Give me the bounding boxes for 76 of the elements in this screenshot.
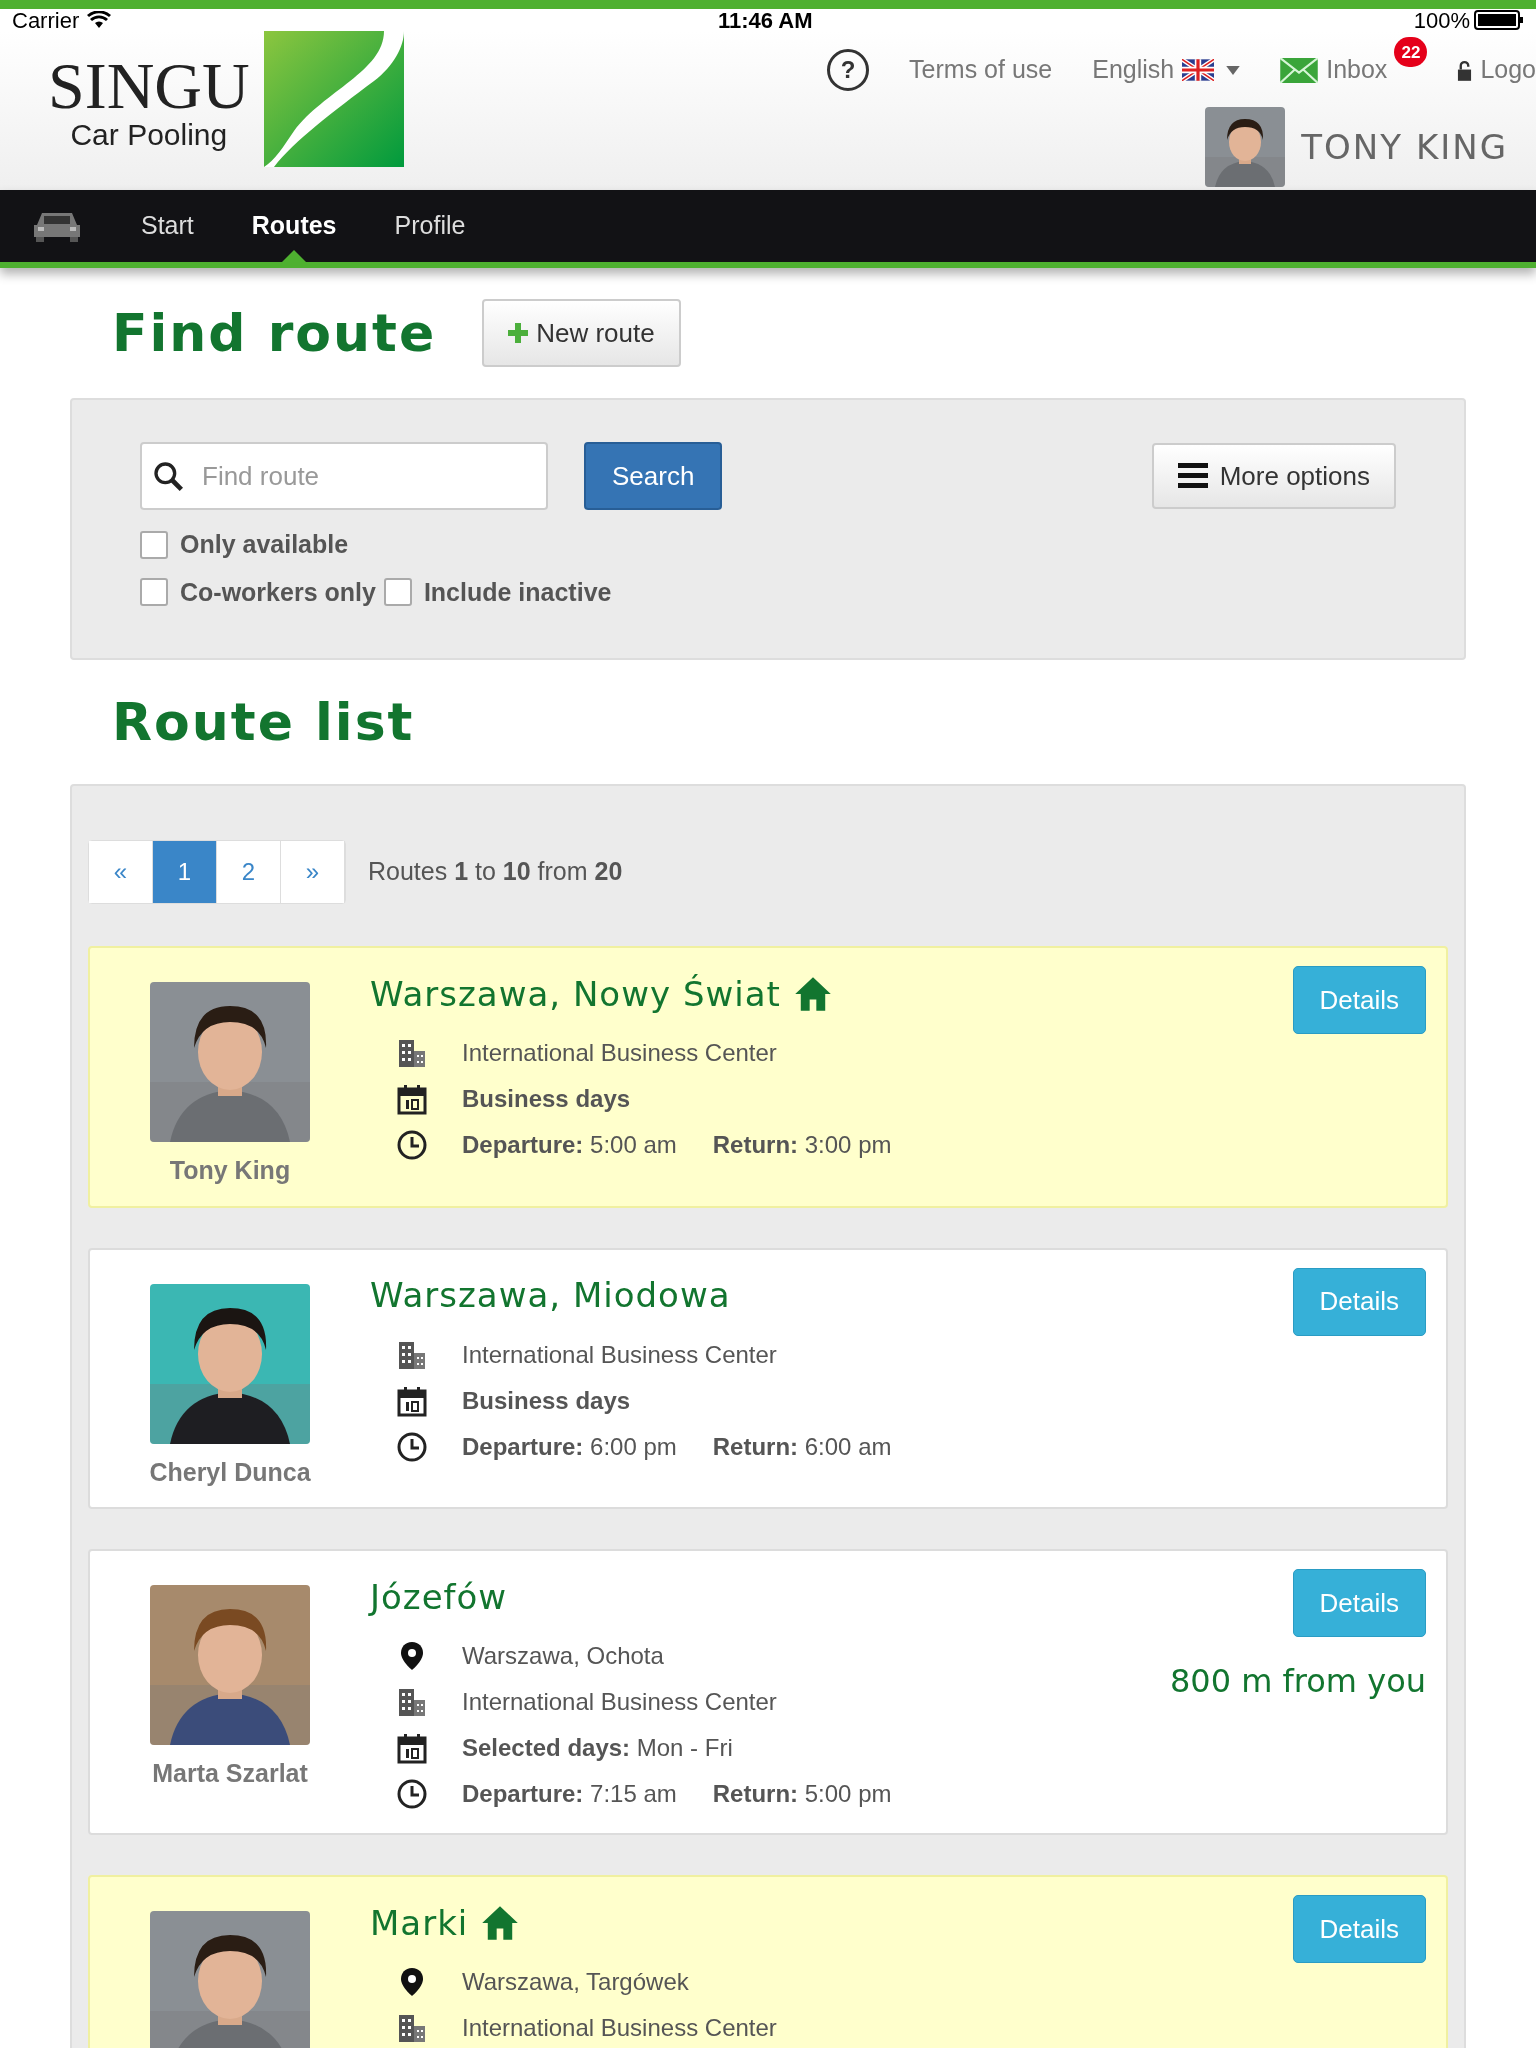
route-line-text: International Business Center: [462, 1688, 777, 1715]
inbox-link[interactable]: Inbox: [1326, 51, 1388, 89]
route-title[interactable]: Warszawa, Nowy Świat: [370, 968, 781, 1020]
return-text: Return: 5:00 pm: [712, 1779, 892, 1809]
route-line-text: International Business Center: [462, 2014, 777, 2041]
clock-time: 11:46 AM: [718, 6, 813, 35]
departure-text: Departure: 6:00 pm: [462, 1431, 677, 1462]
menu-icon: [1177, 462, 1208, 490]
details-button[interactable]: Details: [1292, 1267, 1426, 1336]
flag-icon: [1182, 59, 1215, 81]
route-line-text: International Business Center: [462, 1340, 777, 1368]
search-icon: [152, 460, 184, 492]
distance-text: 800 m from you: [1169, 1661, 1426, 1702]
checkbox-label: Include inactive: [423, 576, 612, 608]
departure-text: Departure: 5:00 am: [462, 1130, 677, 1160]
caret-icon: [1226, 65, 1241, 75]
calendar-icon: [396, 1384, 428, 1417]
lock-icon: [1457, 59, 1473, 81]
terms-link[interactable]: Terms of use: [909, 51, 1053, 89]
logo-subtitle: Car Pooling: [70, 119, 228, 151]
page-title: Find route: [112, 302, 437, 365]
more-options-button[interactable]: More options: [1151, 443, 1396, 509]
search-field[interactable]: Find route: [140, 442, 548, 510]
page-button[interactable]: «: [89, 841, 153, 903]
checkbox-label: Co-workers only: [180, 576, 376, 608]
return-text: Return: 6:00 am: [712, 1431, 892, 1462]
plus-icon: [508, 323, 529, 343]
wifi-icon: [87, 11, 112, 29]
results-summary: Routes 1 to 10 from 20: [368, 856, 623, 888]
route-title[interactable]: Józefów: [370, 1571, 508, 1623]
logout-link[interactable]: Logo: [1480, 51, 1536, 89]
departure-text: Departure: 7:15 am: [462, 1779, 677, 1809]
driver-name: Cheryl Dunca: [149, 1456, 311, 1488]
checkbox[interactable]: [140, 530, 168, 559]
clock-icon: [396, 1430, 428, 1463]
building-icon: [396, 1686, 428, 1718]
return-text: Return: 3:00 pm: [712, 1130, 892, 1160]
nav-tab[interactable]: Routes: [222, 190, 366, 262]
checkbox-label: Only available: [180, 529, 349, 560]
page-button[interactable]: 1: [153, 841, 217, 903]
details-button[interactable]: Details: [1292, 966, 1426, 1034]
checkbox[interactable]: [383, 578, 412, 607]
calendar-icon: [396, 1083, 428, 1115]
route-title[interactable]: Warszawa, Miodowa: [370, 1270, 731, 1321]
clock-icon: [396, 1778, 428, 1810]
driver-name: Marta Szarlat: [152, 1758, 308, 1789]
logo-mark-icon: [263, 31, 404, 167]
route-days-text: Business days: [462, 1085, 631, 1112]
battery-icon: [1474, 10, 1524, 30]
search-button[interactable]: Search: [584, 442, 723, 510]
route-line-text: Warszawa, Targówek: [462, 1968, 689, 1995]
route-line-text: International Business Center: [462, 1039, 777, 1066]
route-line-text: Warszawa, Ochota: [462, 1642, 664, 1669]
nav-tab[interactable]: Profile: [365, 190, 495, 262]
new-route-button[interactable]: New route: [482, 299, 681, 367]
details-button[interactable]: Details: [1292, 1895, 1426, 1963]
battery-percent: 100%: [1413, 6, 1470, 35]
section-title: Route list: [112, 691, 415, 754]
building-icon: [396, 2012, 428, 2044]
nav-tab[interactable]: Start: [112, 190, 223, 262]
route-days-text: Business days: [462, 1386, 631, 1414]
driver-name: Tony King: [169, 1155, 291, 1186]
checkbox[interactable]: [140, 578, 168, 607]
user-name[interactable]: TONY KING: [1301, 121, 1508, 173]
calendar-icon: [396, 1732, 428, 1764]
carrier-text: Carrier: [12, 6, 80, 35]
help-button[interactable]: ?: [827, 49, 870, 91]
building-icon: [396, 1037, 428, 1069]
envelope-icon: [1280, 57, 1319, 83]
unread-badge: 22: [1394, 37, 1428, 68]
clock-icon: [396, 1129, 428, 1161]
route-days-text: Selected days: Mon - Fri: [462, 1734, 733, 1761]
details-button[interactable]: Details: [1292, 1569, 1426, 1637]
route-title[interactable]: Marki: [370, 1897, 469, 1949]
language-link[interactable]: English: [1092, 51, 1175, 89]
logo-title: SINGU: [48, 53, 250, 119]
